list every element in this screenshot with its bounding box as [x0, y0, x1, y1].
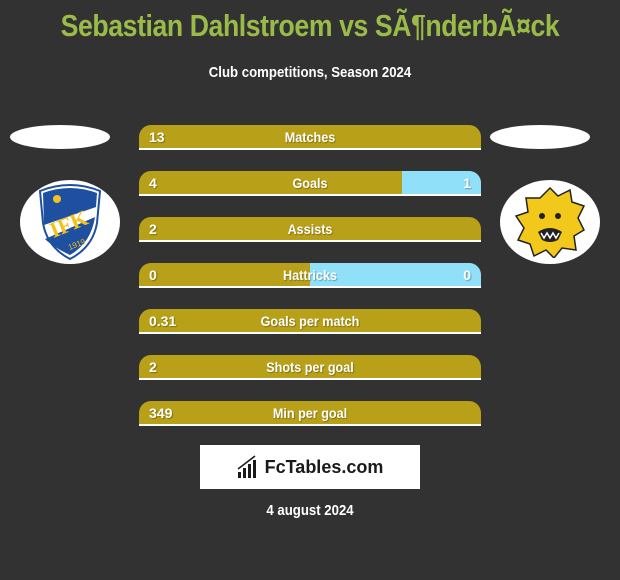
- right-value: 1: [463, 175, 471, 191]
- right-team-logo: [500, 180, 600, 264]
- stat-row-matches: 13 Matches: [139, 125, 481, 150]
- right-value: 0: [463, 267, 471, 283]
- stat-row-assists: 2 Assists: [139, 217, 481, 242]
- ifk-mariehamn-crest-icon: IFK 1919: [38, 184, 102, 261]
- left-player-oval: [10, 125, 110, 149]
- stat-label: Matches: [284, 129, 336, 145]
- stat-row-goals-per-match: 0.31 Goals per match: [139, 309, 481, 334]
- page-title: Sebastian Dahlstroem vs SÃ¶nderbÃ¤ck: [60, 8, 560, 43]
- bar-chart-logo-icon: [237, 455, 256, 478]
- stat-label: Hattricks: [283, 267, 337, 283]
- stat-label: Goals per match: [260, 313, 360, 329]
- lion-head-crest-icon: [514, 186, 586, 258]
- stat-row-shots-per-goal: 2 Shots per goal: [139, 355, 481, 380]
- stat-label: Shots per goal: [266, 359, 354, 375]
- stat-label: Min per goal: [272, 405, 348, 421]
- stat-row-hattricks: 0 Hattricks 0: [139, 263, 481, 288]
- page-subtitle: Club competitions, Season 2024: [208, 64, 412, 81]
- right-player-oval: [490, 125, 590, 149]
- fctables-brand-link[interactable]: FcTables.com: [200, 445, 420, 489]
- match-date: 4 august 2024: [266, 502, 354, 519]
- brand-text: FcTables.com: [264, 456, 384, 477]
- left-team-logo: IFK 1919: [20, 180, 120, 264]
- stat-label: Assists: [287, 221, 333, 237]
- stat-row-min-per-goal: 349 Min per goal: [139, 401, 481, 426]
- stat-row-goals: 4 Goals 1: [139, 171, 481, 196]
- stat-label: Goals: [292, 175, 328, 191]
